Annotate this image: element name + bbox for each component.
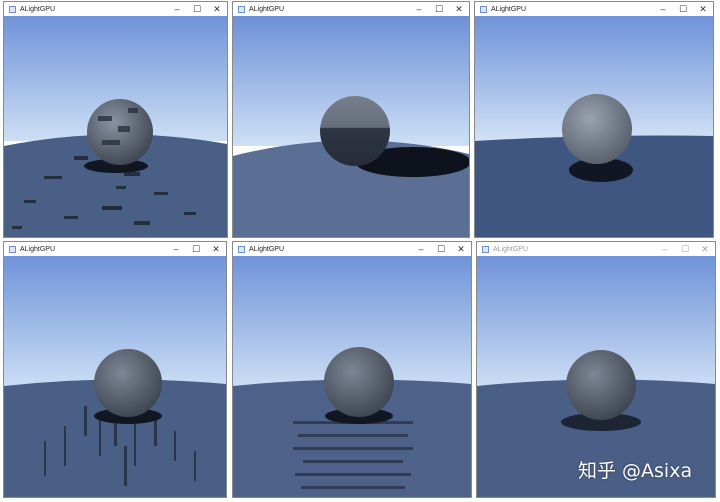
- app-icon: [9, 5, 16, 13]
- maximize-button[interactable]: ☐: [675, 242, 695, 256]
- title-bar[interactable]: ALightGPU – ☐ ✕: [477, 242, 715, 256]
- title-bar[interactable]: ALightGPU – ☐ ✕: [233, 2, 469, 16]
- render-image: [4, 256, 226, 497]
- window-title: ALightGPU: [249, 5, 285, 13]
- close-button[interactable]: ✕: [451, 242, 471, 256]
- render-window-1[interactable]: ALightGPU – ☐ ✕: [3, 1, 228, 238]
- window-title: ALightGPU: [249, 245, 285, 253]
- maximize-button[interactable]: ☐: [429, 2, 449, 16]
- app-icon: [9, 245, 16, 253]
- sphere: [320, 96, 390, 166]
- close-button[interactable]: ✕: [206, 242, 226, 256]
- maximize-button[interactable]: ☐: [431, 242, 451, 256]
- render-viewport: [475, 16, 713, 237]
- close-button[interactable]: ✕: [695, 242, 715, 256]
- minimize-button[interactable]: –: [411, 242, 431, 256]
- render-viewport: [233, 256, 471, 497]
- render-window-2[interactable]: ALightGPU – ☐ ✕: [232, 1, 470, 238]
- minimize-button[interactable]: –: [166, 242, 186, 256]
- app-icon: [480, 5, 487, 13]
- render-image: [4, 16, 227, 237]
- minimize-button[interactable]: –: [653, 2, 673, 16]
- sphere: [562, 94, 632, 164]
- render-image: [233, 16, 469, 237]
- sphere: [324, 347, 394, 417]
- title-bar[interactable]: ALightGPU – ☐ ✕: [233, 242, 471, 256]
- render-image: [475, 16, 713, 237]
- window-title: ALightGPU: [20, 5, 56, 13]
- close-button[interactable]: ✕: [207, 2, 227, 16]
- minimize-button[interactable]: –: [409, 2, 429, 16]
- render-viewport: [4, 16, 227, 237]
- render-viewport: [4, 256, 226, 497]
- title-bar[interactable]: ALightGPU – ☐ ✕: [4, 242, 226, 256]
- sphere: [94, 349, 162, 417]
- app-icon: [482, 245, 489, 253]
- maximize-button[interactable]: ☐: [186, 242, 206, 256]
- app-icon: [238, 5, 245, 13]
- render-viewport: [233, 16, 469, 237]
- render-window-5[interactable]: ALightGPU – ☐ ✕: [232, 241, 472, 498]
- maximize-button[interactable]: ☐: [187, 2, 207, 16]
- maximize-button[interactable]: ☐: [673, 2, 693, 16]
- window-title: ALightGPU: [20, 245, 56, 253]
- title-bar[interactable]: ALightGPU – ☐ ✕: [475, 2, 713, 16]
- close-button[interactable]: ✕: [693, 2, 713, 16]
- minimize-button[interactable]: –: [167, 2, 187, 16]
- minimize-button[interactable]: –: [655, 242, 675, 256]
- render-image: [233, 256, 471, 497]
- sphere: [566, 350, 636, 420]
- close-button[interactable]: ✕: [449, 2, 469, 16]
- watermark: 知乎 @Asixa: [578, 460, 693, 482]
- window-title: ALightGPU: [493, 245, 529, 253]
- title-bar[interactable]: ALightGPU – ☐ ✕: [4, 2, 227, 16]
- window-title: ALightGPU: [491, 5, 527, 13]
- render-window-3[interactable]: ALightGPU – ☐ ✕: [474, 1, 714, 238]
- app-icon: [238, 245, 245, 253]
- render-window-4[interactable]: ALightGPU – ☐ ✕: [3, 241, 227, 498]
